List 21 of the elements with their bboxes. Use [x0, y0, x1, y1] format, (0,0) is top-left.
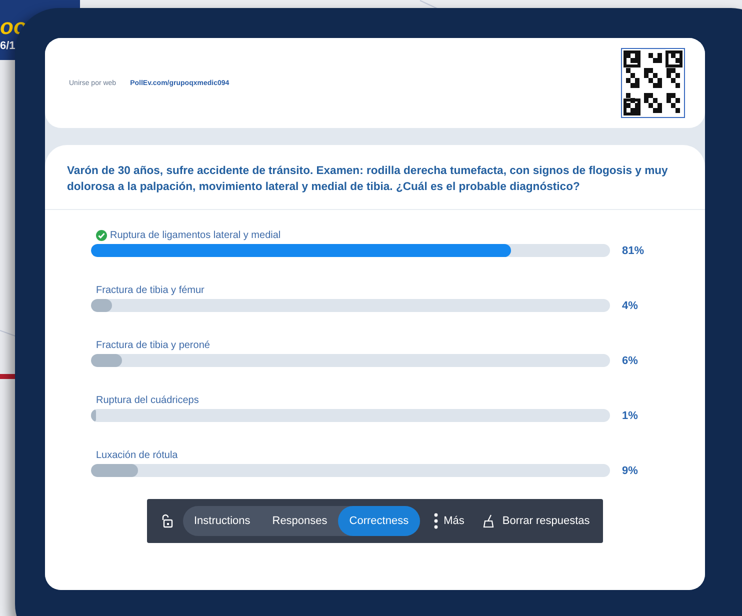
percent-label: 9%: [622, 464, 638, 476]
option-label: Fractura de tibia y fémur: [96, 285, 204, 296]
broom-icon: [482, 514, 496, 528]
percent-label: 6%: [622, 354, 638, 366]
more-icon: [434, 513, 438, 529]
question-text: Varón de 30 años, sufre accidente de tránsito. Examen: rodilla derecha tumefacta, con signos de flogosis y muy dolorosa a la palpación, movimiento lateral y medial de tibia. ¿Cuál es el probable diagnóstico?: [45, 145, 705, 210]
qr-code-icon: [621, 48, 685, 118]
option-label: Fractura de tibia y peroné: [96, 340, 210, 351]
unlock-icon[interactable]: [161, 514, 173, 528]
view-tab[interactable]: Correctness: [338, 506, 420, 536]
option-label: Ruptura de ligamentos lateral y medial: [110, 230, 281, 241]
more-button[interactable]: Más: [430, 513, 468, 529]
clear-responses-button[interactable]: Borrar respuestas: [478, 514, 594, 528]
option-label: Ruptura del cuádriceps: [96, 395, 199, 406]
percent-label: 1%: [622, 410, 638, 422]
view-tab[interactable]: Instructions: [183, 506, 262, 536]
option-label: Luxación de rótula: [96, 450, 178, 461]
slide-date: 6/1: [0, 40, 16, 52]
percent-label: 81%: [622, 244, 644, 256]
percent-label: 4%: [622, 300, 638, 312]
view-tab[interactable]: Responses: [261, 506, 338, 536]
